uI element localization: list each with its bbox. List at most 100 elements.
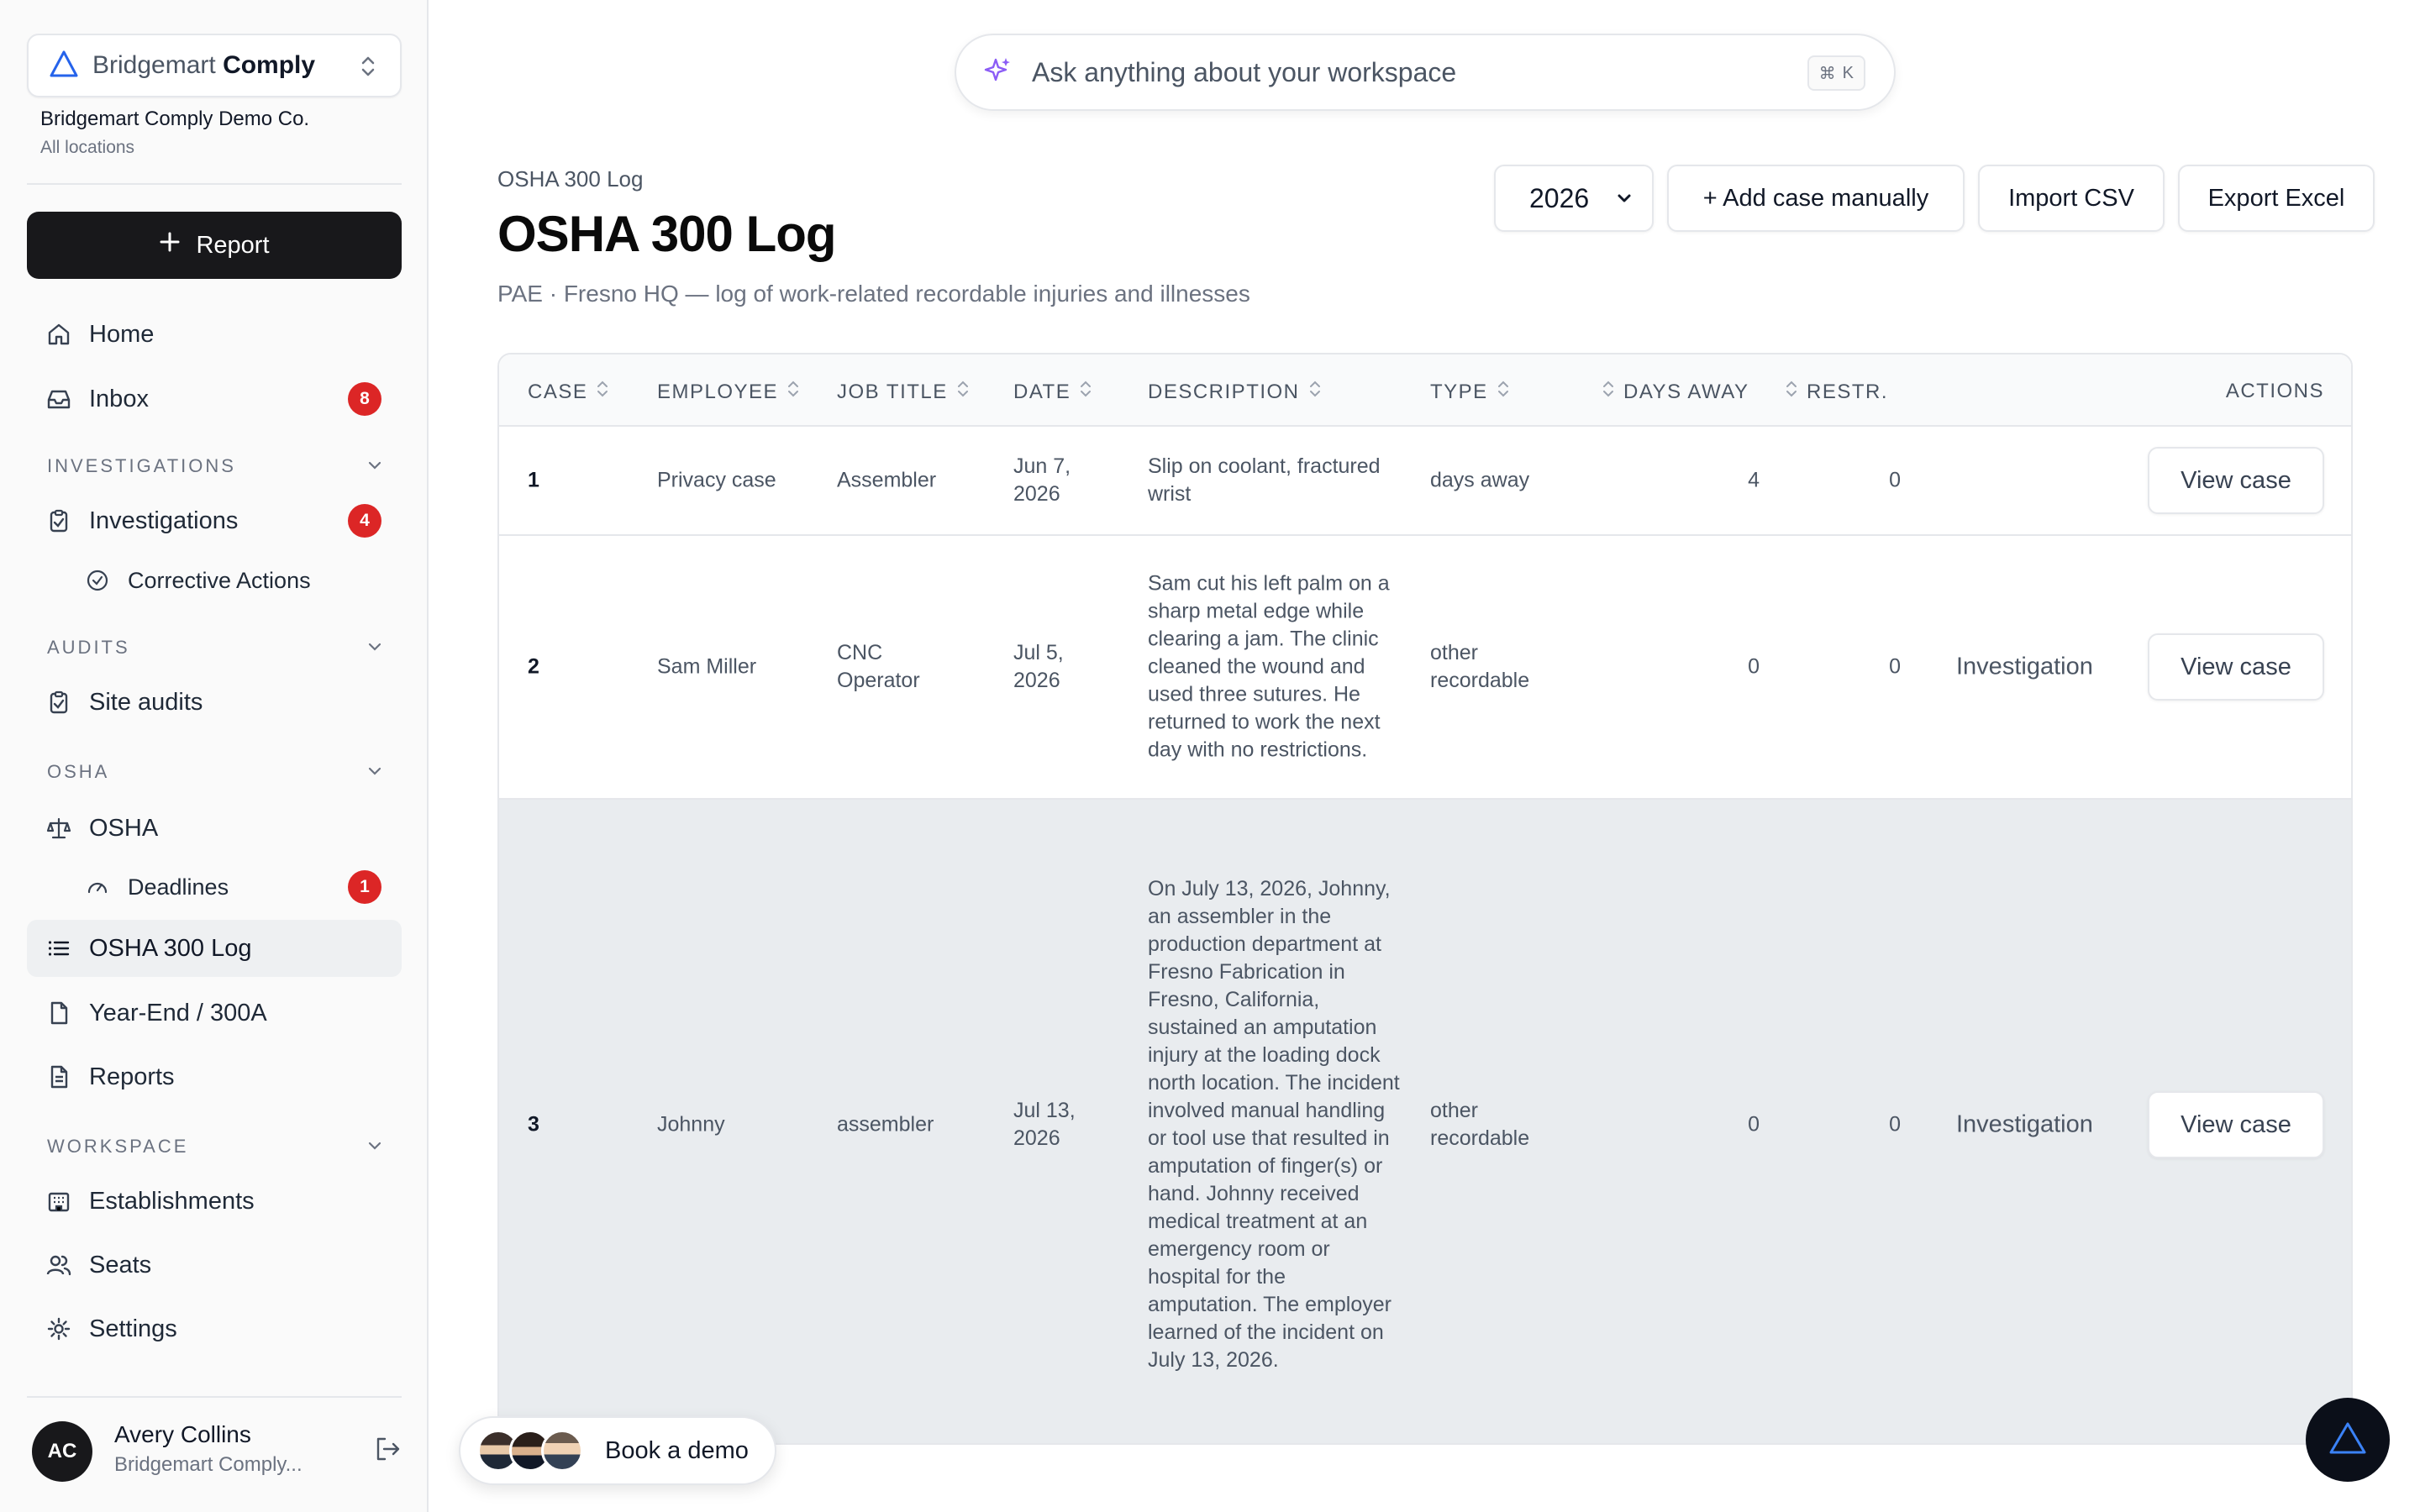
sidebar: Bridgemart Comply Bridgemart Comply Demo… <box>0 0 429 1512</box>
chevron-down-icon <box>366 638 383 660</box>
avatar[interactable]: AC <box>32 1421 92 1482</box>
cell-type: days away <box>1430 468 1530 492</box>
column-header-restr[interactable]: RESTR. <box>1785 380 1888 404</box>
column-header-case[interactable]: CASE <box>528 380 609 404</box>
check-circle-icon <box>84 567 111 594</box>
sidebar-item-label: Investigations <box>89 507 239 534</box>
cell-source-link[interactable]: Investigation <box>1956 654 2093 681</box>
sidebar-item-settings[interactable]: Settings <box>27 1300 402 1357</box>
user-profile: AC Avery Collins Bridgemart Comply... <box>32 1420 402 1483</box>
sidebar-item-deadlines[interactable]: Deadlines 1 <box>27 858 402 916</box>
cell-type: other recordable <box>1430 1099 1530 1150</box>
org-name: Bridgemart Comply Demo Co. <box>40 108 310 130</box>
cell-date: Jul 13, 2026 <box>1013 1099 1076 1150</box>
sidebar-item-seats[interactable]: Seats <box>27 1236 402 1294</box>
divider <box>27 1396 402 1398</box>
sidebar-item-home[interactable]: Home <box>27 306 402 363</box>
gauge-icon <box>84 874 111 900</box>
column-header-actions: ACTIONS <box>2225 380 2324 402</box>
page-subtitle: PAE · Fresno HQ — log of work-related re… <box>497 281 1250 307</box>
view-case-button[interactable]: View case <box>2148 633 2324 701</box>
cell-date: Jul 5, 2026 <box>1013 641 1064 692</box>
view-case-button[interactable]: View case <box>2148 1091 2324 1158</box>
import-csv-button[interactable]: Import CSV <box>1978 165 2165 232</box>
cell-restr: 0 <box>1889 1112 1901 1137</box>
add-case-button[interactable]: + Add case manually <box>1667 165 1965 232</box>
sort-icon <box>786 380 800 404</box>
year-select[interactable]: 2026 <box>1494 165 1654 232</box>
report-button[interactable]: Report <box>27 212 402 279</box>
sort-icon <box>1308 380 1322 404</box>
table-row[interactable]: 3 Johnny assembler Jul 13, 2026 On July … <box>499 800 2351 1443</box>
sidebar-item-inbox[interactable]: Inbox 8 <box>27 370 402 428</box>
sidebar-item-investigations[interactable]: Investigations 4 <box>27 492 402 549</box>
gear-icon <box>45 1315 72 1342</box>
column-header-description[interactable]: DESCRIPTION <box>1148 380 1322 404</box>
page-title: OSHA 300 Log <box>497 206 837 262</box>
sidebar-item-label: Corrective Actions <box>128 567 311 593</box>
sidebar-item-label: OSHA 300 Log <box>89 934 252 962</box>
org-location: All locations <box>40 138 135 157</box>
shortcut-hint: ⌘ K <box>1807 55 1865 91</box>
book-demo-label: Book a demo <box>605 1436 749 1464</box>
search-bar[interactable]: Ask anything about your workspace ⌘ K <box>955 34 1896 111</box>
cell-description: Sam cut his left palm on a sharp metal e… <box>1148 571 1390 762</box>
inbox-count-badge: 8 <box>348 382 381 416</box>
report-label: Report <box>196 231 270 259</box>
year-value: 2026 <box>1529 182 1590 213</box>
org-switcher[interactable]: Bridgemart Comply <box>27 34 402 97</box>
chevron-down-icon <box>366 457 383 479</box>
sidebar-item-osha-300-log[interactable]: OSHA 300 Log <box>27 920 402 977</box>
export-excel-button[interactable]: Export Excel <box>2178 165 2375 232</box>
file-check-icon <box>45 1000 72 1026</box>
book-demo-button[interactable]: Book a demo <box>459 1416 776 1485</box>
table-row[interactable]: 1 Privacy case Assembler Jun 7, 2026 Sli… <box>499 427 2351 536</box>
cell-employee: Johnny <box>657 1112 725 1137</box>
sidebar-item-establishments[interactable]: Establishments <box>27 1173 402 1230</box>
sidebar-item-label: Deadlines <box>128 874 229 900</box>
brand-logo-icon <box>2328 1420 2368 1461</box>
logout-icon[interactable] <box>373 1435 402 1467</box>
assistant-launcher-button[interactable] <box>2306 1398 2390 1482</box>
cell-restr: 0 <box>1889 654 1901 679</box>
table-row[interactable]: 2 Sam Miller CNC Operator Jul 5, 2026 Sa… <box>499 536 2351 800</box>
avatar <box>541 1430 583 1472</box>
chevron-down-icon <box>366 763 383 785</box>
cell-job-title: CNC Operator <box>837 641 920 692</box>
column-header-days-away[interactable]: DAYS AWAY <box>1602 380 1749 404</box>
sidebar-item-year-end[interactable]: Year-End / 300A <box>27 984 402 1042</box>
brand-name: Bridgemart Comply <box>92 51 316 79</box>
section-investigations[interactable]: INVESTIGATIONS <box>47 455 383 477</box>
section-osha[interactable]: OSHA <box>47 761 383 783</box>
home-icon <box>45 321 72 348</box>
cell-case: 3 <box>528 1112 539 1137</box>
column-header-employee[interactable]: EMPLOYEE <box>657 380 800 404</box>
cell-days-away: 4 <box>1748 468 1760 492</box>
sidebar-item-osha[interactable]: OSHA <box>27 800 402 857</box>
view-case-button[interactable]: View case <box>2148 447 2324 514</box>
table-header: CASE EMPLOYEE JOB TITLE DATE DESCRIPTION… <box>499 354 2351 427</box>
cell-source-link[interactable]: Investigation <box>1956 1111 2093 1139</box>
cell-type: other recordable <box>1430 641 1530 692</box>
column-header-date[interactable]: DATE <box>1013 380 1092 404</box>
sidebar-item-label: Year-End / 300A <box>89 999 267 1026</box>
section-workspace[interactable]: WORKSPACE <box>47 1136 383 1158</box>
chevron-down-icon <box>366 1137 383 1159</box>
section-audits[interactable]: AUDITS <box>47 637 383 659</box>
cell-description: On July 13, 2026, Johnny, an assembler i… <box>1148 877 1400 1372</box>
user-org: Bridgemart Comply... <box>114 1453 302 1476</box>
sidebar-item-site-audits[interactable]: Site audits <box>27 674 402 731</box>
column-header-job-title[interactable]: JOB TITLE <box>837 380 970 404</box>
user-name: Avery Collins <box>114 1421 251 1447</box>
clipboard-check-icon <box>45 689 72 716</box>
sidebar-item-label: Reports <box>89 1063 175 1090</box>
investigations-count-badge: 4 <box>348 504 381 538</box>
sidebar-item-reports[interactable]: Reports <box>27 1048 402 1105</box>
sidebar-item-corrective-actions[interactable]: Corrective Actions <box>27 552 402 609</box>
column-header-type[interactable]: TYPE <box>1430 380 1510 404</box>
breadcrumb[interactable]: OSHA 300 Log <box>497 166 643 192</box>
cell-days-away: 0 <box>1748 1112 1760 1137</box>
file-text-icon <box>45 1063 72 1090</box>
cell-employee: Sam Miller <box>657 654 757 679</box>
deadlines-count-badge: 1 <box>348 870 381 904</box>
